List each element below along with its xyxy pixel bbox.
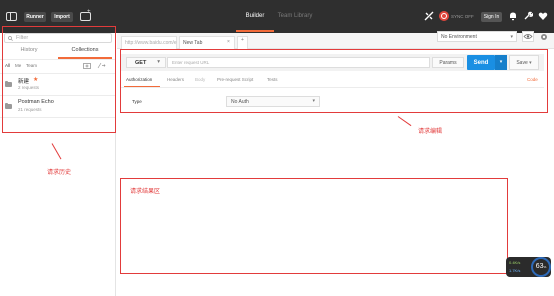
settings-gear-icon[interactable] <box>539 32 549 42</box>
builder-tab-underline <box>236 30 274 32</box>
new-window-icon[interactable]: + <box>80 9 91 21</box>
editor-highlight-box <box>120 49 548 113</box>
environment-select[interactable]: No Environment ▾ <box>437 31 517 42</box>
runner-button[interactable]: Runner <box>24 12 46 22</box>
close-tab-icon[interactable]: × <box>227 39 233 46</box>
import-button[interactable]: Import <box>51 12 73 22</box>
response-highlight-box <box>120 178 508 274</box>
editor-annotation-label: 请求编辑 <box>418 129 443 135</box>
usage-unit: % <box>543 265 547 269</box>
team-library-tab[interactable]: Team Library <box>274 13 316 23</box>
history-highlight-box <box>2 26 116 133</box>
download-speed: 1.7K/s <box>509 268 521 273</box>
builder-tab[interactable]: Builder <box>240 13 270 23</box>
request-tab-label: New Tab <box>183 40 203 46</box>
bell-icon[interactable] <box>508 11 518 21</box>
environment-value: No Environment <box>441 34 477 40</box>
wrench-icon[interactable] <box>523 11 534 21</box>
request-tab-active[interactable]: New Tab × <box>179 36 235 49</box>
request-tab-label: http://www.baidu.com/e <box>125 40 177 46</box>
interceptor-icon[interactable] <box>424 11 434 21</box>
request-tab[interactable]: http://www.baidu.com/e <box>121 36 177 49</box>
response-annotation-label: 请求结果区 <box>130 189 161 195</box>
sync-status-text: SYNC OFF <box>451 14 474 19</box>
upload-speed: 0.4K/s <box>509 260 521 265</box>
usage-value: 63 <box>535 263 544 270</box>
eye-icon[interactable] <box>522 31 534 42</box>
sign-in-button[interactable]: Sign In <box>481 12 502 22</box>
chevron-down-icon: ▾ <box>510 34 513 40</box>
heart-icon[interactable] <box>538 11 548 21</box>
usage-gauge: 63% <box>531 257 551 277</box>
add-tab-button[interactable]: + <box>237 36 248 49</box>
history-annotation-label: 请求历史 <box>47 170 72 176</box>
editor-annotation-arrow <box>397 116 412 127</box>
sidebar-toggle-icon[interactable] <box>6 12 17 21</box>
sync-off-icon[interactable] <box>439 11 449 21</box>
